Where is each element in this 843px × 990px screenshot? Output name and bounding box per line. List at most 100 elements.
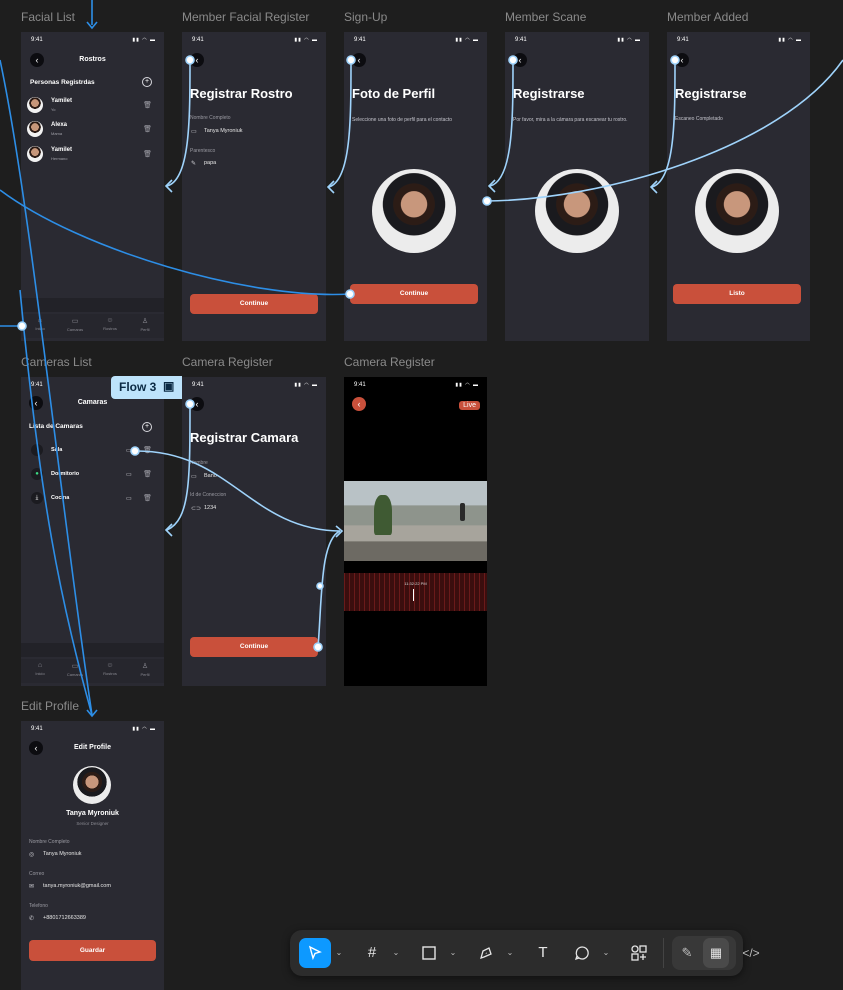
frame-camera-register[interactable]: 9:41 ▮▮ ◠ ▬ ‹ Registrar Camara Nombre ▭ …	[182, 377, 326, 686]
frame-facial-list[interactable]: 9:41 ▮▮ ◠ ▬ ‹ Rostros Personas Registrda…	[21, 32, 164, 341]
chevron-down-icon[interactable]: ⌄	[391, 938, 401, 968]
trash-icon[interactable]: 🗑	[143, 101, 152, 109]
trash-icon[interactable]: 🗑	[143, 494, 152, 502]
text-tool[interactable]: T	[527, 938, 559, 968]
frame-label-member-scane[interactable]: Member Scane	[505, 10, 586, 24]
frame-tool[interactable]: #	[356, 938, 388, 968]
tab-perfil[interactable]: ♙ Perfil	[131, 662, 159, 677]
save-button[interactable]: Guardar	[29, 940, 156, 961]
avatar[interactable]	[73, 766, 111, 804]
video-icon[interactable]: ▭	[126, 495, 132, 502]
flow-badge[interactable]: Flow 3 ▣	[111, 376, 182, 399]
frame-label-member-facial-register[interactable]: Member Facial Register	[182, 10, 309, 24]
frame-edit-profile[interactable]: 9:41 ▮▮ ◠ ▬ ‹ Edit Profile Tanya Myroniu…	[21, 721, 164, 990]
frame-camera-live[interactable]: 9:41 ▮▮ ◠ ▬ ‹ Live 11:32:22 PM	[344, 377, 487, 686]
dev-mode[interactable]: </>	[736, 938, 766, 968]
profile-photo[interactable]	[372, 169, 456, 253]
back-button[interactable]: ‹	[352, 397, 366, 411]
tab-perfil[interactable]: ♙ Perfil	[131, 317, 159, 332]
tab-inicio[interactable]: ⌂ Inicio	[26, 317, 54, 331]
frame-label-facial-list[interactable]: Facial List	[21, 10, 75, 24]
timeline-cursor[interactable]	[413, 589, 414, 601]
arrow-head	[649, 180, 658, 194]
fullname-field[interactable]: Tanya Myroniuk	[43, 851, 82, 857]
chevron-down-icon[interactable]: ⌄	[505, 938, 515, 968]
trash-icon[interactable]: 🗑	[143, 125, 152, 133]
link-icon: ⊂⊃	[191, 506, 202, 512]
trash-icon[interactable]: 🗑	[143, 470, 152, 478]
connection-id-field[interactable]: 1234	[204, 505, 216, 511]
comment-tool[interactable]	[566, 938, 598, 968]
page-heading: Foto de Perfil	[352, 86, 436, 101]
frame-label-camera-register[interactable]: Camera Register	[182, 355, 273, 369]
chevron-down-icon[interactable]: ⌄	[334, 938, 344, 968]
relation-field[interactable]: papa	[204, 160, 216, 166]
tab-label: Camaras	[66, 327, 84, 332]
trash-icon[interactable]: 🗑	[143, 446, 152, 454]
continue-button[interactable]: Continue	[350, 284, 478, 304]
back-button[interactable]: ‹	[190, 53, 204, 67]
video-icon[interactable]: ▭	[126, 471, 132, 478]
phone-field[interactable]: +8801712663389	[43, 915, 86, 921]
frame-label-sign-up[interactable]: Sign-Up	[344, 10, 387, 24]
frame-member-added[interactable]: 9:41 ▮▮ ◠ ▬ ‹ Registrarse Escaneo Comple…	[667, 32, 810, 341]
camera-icon: ▭	[71, 318, 79, 325]
tab-camaras[interactable]: ▭ Camaras	[61, 662, 89, 677]
add-camera-button[interactable]: +	[142, 422, 152, 432]
trash-icon[interactable]: 🗑	[143, 150, 152, 158]
name-field[interactable]: Tanya Myroniuk	[204, 128, 243, 134]
shape-tool[interactable]	[413, 938, 445, 968]
back-button[interactable]: ‹	[352, 53, 366, 67]
add-face-button[interactable]: +	[142, 77, 152, 87]
frame-member-facial-register[interactable]: 9:41 ▮▮ ◠ ▬ ‹ Registrar Rostro Nombre Co…	[182, 32, 326, 341]
frame-label-cameras-list[interactable]: Cameras List	[21, 355, 92, 369]
frame-label-edit-profile[interactable]: Edit Profile	[21, 699, 79, 713]
back-button[interactable]: ‹	[675, 53, 689, 67]
actions-tool[interactable]	[623, 938, 655, 968]
continue-button[interactable]: Continue	[190, 637, 318, 657]
email-field[interactable]: tanya.myroniuk@gmail.com	[43, 883, 111, 889]
person-relation: Mama	[51, 131, 63, 136]
tab-label: Rostros	[103, 671, 117, 676]
id-card-icon: ▭	[191, 129, 197, 135]
tab-inicio[interactable]: ⌂ Inicio	[26, 662, 54, 676]
camera-feed[interactable]	[344, 481, 487, 561]
chevron-down-icon[interactable]: ⌄	[448, 938, 458, 968]
back-button[interactable]: ‹	[190, 397, 204, 411]
move-tool[interactable]	[299, 938, 331, 968]
tab-camaras[interactable]: ▭ Camaras	[61, 317, 89, 332]
tab-rostros[interactable]: ☺ Rostros	[96, 317, 124, 331]
continue-button[interactable]: Continue	[190, 294, 318, 314]
frame-label-camera-register-live[interactable]: Camera Register	[344, 355, 435, 369]
frame-sign-up[interactable]: 9:41 ▮▮ ◠ ▬ ‹ Foto de Perfil Seleccione …	[344, 32, 487, 341]
camera-name-field[interactable]: Bano	[204, 473, 217, 479]
tab-rostros[interactable]: ☺ Rostros	[96, 662, 124, 676]
play-flow-icon[interactable]: ▣	[163, 379, 174, 393]
pen-tool[interactable]	[470, 938, 502, 968]
done-button[interactable]: Listo	[673, 284, 801, 304]
frame-member-scane[interactable]: 9:41 ▮▮ ◠ ▬ ‹ Registrarse Por favor, mir…	[505, 32, 649, 341]
timeline-scrubber[interactable]: 11:32:22 PM	[344, 573, 487, 611]
chevron-down-icon[interactable]: ⌄	[601, 938, 611, 968]
frame-label-member-added[interactable]: Member Added	[667, 10, 748, 24]
frame-cameras-list[interactable]: 9:41 ▮▮ ◠ ▬ ‹ Camaras Lista de Camaras +…	[21, 377, 164, 686]
status-time: 9:41	[354, 382, 366, 388]
status-icons: ▮▮ ◠ ▬	[132, 726, 156, 732]
video-icon[interactable]: ▭	[126, 447, 132, 454]
back-button[interactable]: ‹	[513, 53, 527, 67]
